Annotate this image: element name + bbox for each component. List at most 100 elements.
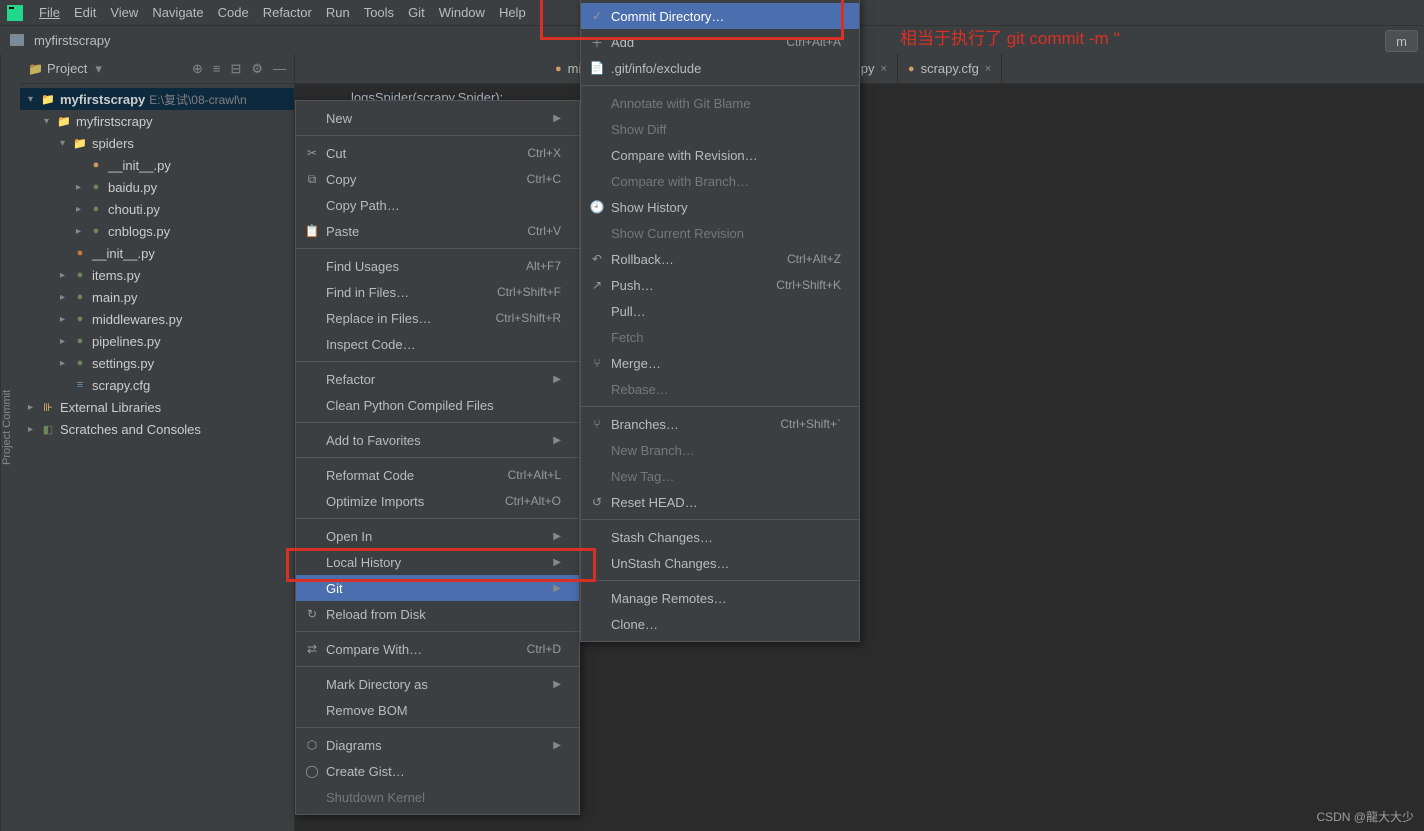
- menu-item[interactable]: ↶Rollback…Ctrl+Alt+Z: [581, 246, 859, 272]
- menu-item[interactable]: Find UsagesAlt+F7: [296, 253, 579, 279]
- menu-item-icon: 📄: [589, 61, 605, 75]
- menu-item-icon: ⑂: [589, 417, 605, 431]
- menu-item[interactable]: Copy Path…: [296, 192, 579, 218]
- expand-all-icon[interactable]: ≡: [213, 61, 221, 77]
- menu-item[interactable]: Mark Directory as▶: [296, 671, 579, 697]
- tree-file[interactable]: ▸●cnblogs.py: [20, 220, 294, 242]
- menu-item[interactable]: ↺Reset HEAD…: [581, 489, 859, 515]
- menu-item-icon: ↗: [589, 278, 605, 292]
- menu-item[interactable]: Remove BOM: [296, 697, 579, 723]
- tree-file[interactable]: ▸●baidu.py: [20, 176, 294, 198]
- menu-item[interactable]: ⑂Merge…: [581, 350, 859, 376]
- settings-icon[interactable]: ⚙: [251, 61, 263, 77]
- menu-item[interactable]: New▶: [296, 105, 579, 131]
- menu-item[interactable]: ◯Create Gist…: [296, 758, 579, 784]
- menu-item-shortcut: Ctrl+V: [527, 224, 561, 238]
- project-tool-window: Project ▾ ⊕ ≡ ⊟ ⚙ — ▾📁myfirstscrapyE:\复试\…: [20, 54, 295, 831]
- menu-item[interactable]: 📄.git/info/exclude: [581, 55, 859, 81]
- menu-help[interactable]: Help: [492, 5, 533, 20]
- left-gutter[interactable]: Project Commit: [0, 54, 20, 831]
- project-title[interactable]: Project: [47, 61, 87, 76]
- menu-item[interactable]: Refactor▶: [296, 366, 579, 392]
- menu-item-shortcut: Ctrl+Alt+O: [505, 494, 561, 508]
- menu-run[interactable]: Run: [319, 5, 357, 20]
- tree-folder[interactable]: ▾📁spiders: [20, 132, 294, 154]
- menu-item[interactable]: Git▶: [296, 575, 579, 601]
- menu-item[interactable]: ⬡Diagrams▶: [296, 732, 579, 758]
- menu-file[interactable]: File: [32, 5, 67, 20]
- tree-file[interactable]: ▸●middlewares.py: [20, 308, 294, 330]
- chevron-right-icon: ▶: [553, 583, 561, 594]
- menu-git[interactable]: Git: [401, 5, 432, 20]
- menu-item[interactable]: Clean Python Compiled Files: [296, 392, 579, 418]
- tree-scratches[interactable]: ▸◧Scratches and Consoles: [20, 418, 294, 440]
- menu-item[interactable]: Compare with Revision…: [581, 142, 859, 168]
- menu-item-label: Git: [326, 581, 553, 596]
- menu-item-shortcut: Ctrl+Shift+F: [497, 285, 561, 299]
- menu-item-label: Refactor: [326, 372, 553, 387]
- menu-item[interactable]: ↻Reload from Disk: [296, 601, 579, 627]
- tree-file[interactable]: ▸●main.py: [20, 286, 294, 308]
- menu-item[interactable]: 📋PasteCtrl+V: [296, 218, 579, 244]
- menu-item: Compare with Branch…: [581, 168, 859, 194]
- menu-item: Annotate with Git Blame: [581, 90, 859, 116]
- tree-external-libraries[interactable]: ▸⊪External Libraries: [20, 396, 294, 418]
- tree-file[interactable]: ▸●settings.py: [20, 352, 294, 374]
- menu-item[interactable]: 🕘Show History: [581, 194, 859, 220]
- menu-item: Show Diff: [581, 116, 859, 142]
- tree-file[interactable]: ▸●pipelines.py: [20, 330, 294, 352]
- menu-item[interactable]: ⇄Compare With…Ctrl+D: [296, 636, 579, 662]
- folder-icon: [10, 34, 24, 46]
- hide-icon[interactable]: —: [273, 61, 286, 77]
- menu-item[interactable]: ＋AddCtrl+Alt+A: [581, 29, 859, 55]
- menu-item-label: New Branch…: [611, 443, 841, 458]
- menu-item[interactable]: Optimize ImportsCtrl+Alt+O: [296, 488, 579, 514]
- menu-item: New Tag…: [581, 463, 859, 489]
- menu-navigate[interactable]: Navigate: [145, 5, 210, 20]
- editor-tab[interactable]: ●scrapy.cfg×: [898, 54, 1002, 83]
- menu-item-label: Copy Path…: [326, 198, 561, 213]
- tree-file[interactable]: ▸●chouti.py: [20, 198, 294, 220]
- menu-item[interactable]: ⑂Branches…Ctrl+Shift+`: [581, 411, 859, 437]
- close-icon[interactable]: ×: [880, 63, 886, 75]
- menu-item[interactable]: UnStash Changes…: [581, 550, 859, 576]
- tree-file[interactable]: ●__init__.py: [20, 154, 294, 176]
- menu-tools[interactable]: Tools: [357, 5, 401, 20]
- tree-file[interactable]: ●__init__.py: [20, 242, 294, 264]
- chevron-down-icon[interactable]: ▾: [95, 61, 102, 77]
- tree-file[interactable]: ▸●items.py: [20, 264, 294, 286]
- menu-code[interactable]: Code: [211, 5, 256, 20]
- collapse-all-icon[interactable]: ⊟: [230, 61, 241, 77]
- menu-item[interactable]: Open In▶: [296, 523, 579, 549]
- tree-root[interactable]: ▾📁myfirstscrapyE:\复试\08-crawl\n: [20, 88, 294, 110]
- run-config-dropdown[interactable]: m: [1385, 30, 1418, 52]
- menu-item: Show Current Revision: [581, 220, 859, 246]
- menu-item[interactable]: ⧉CopyCtrl+C: [296, 166, 579, 192]
- tree-file[interactable]: ≡scrapy.cfg: [20, 374, 294, 396]
- menu-item[interactable]: Stash Changes…: [581, 524, 859, 550]
- menu-item[interactable]: Clone…: [581, 611, 859, 637]
- menu-item[interactable]: Find in Files…Ctrl+Shift+F: [296, 279, 579, 305]
- menu-item[interactable]: ✂CutCtrl+X: [296, 140, 579, 166]
- menu-edit[interactable]: Edit: [67, 5, 103, 20]
- menu-view[interactable]: View: [103, 5, 145, 20]
- tree-folder[interactable]: ▾📁myfirstscrapy: [20, 110, 294, 132]
- menu-refactor[interactable]: Refactor: [256, 5, 319, 20]
- close-icon[interactable]: ×: [985, 63, 991, 75]
- menu-item[interactable]: Local History▶: [296, 549, 579, 575]
- menu-item[interactable]: Add to Favorites▶: [296, 427, 579, 453]
- menu-item[interactable]: Manage Remotes…: [581, 585, 859, 611]
- menu-item-label: Annotate with Git Blame: [611, 96, 841, 111]
- menu-item[interactable]: ↗Push…Ctrl+Shift+K: [581, 272, 859, 298]
- select-opened-file-icon[interactable]: ⊕: [192, 61, 203, 77]
- menu-item[interactable]: Replace in Files…Ctrl+Shift+R: [296, 305, 579, 331]
- project-header: Project ▾ ⊕ ≡ ⊟ ⚙ —: [20, 54, 294, 84]
- menu-window[interactable]: Window: [432, 5, 492, 20]
- menu-item[interactable]: Reformat CodeCtrl+Alt+L: [296, 462, 579, 488]
- menu-item-label: Show History: [611, 200, 841, 215]
- menu-item-icon: ＋: [589, 34, 605, 51]
- menu-item[interactable]: Inspect Code…: [296, 331, 579, 357]
- menu-item[interactable]: Pull…: [581, 298, 859, 324]
- menu-item[interactable]: ✓Commit Directory…: [581, 3, 859, 29]
- breadcrumb-project[interactable]: myfirstscrapy: [34, 33, 111, 48]
